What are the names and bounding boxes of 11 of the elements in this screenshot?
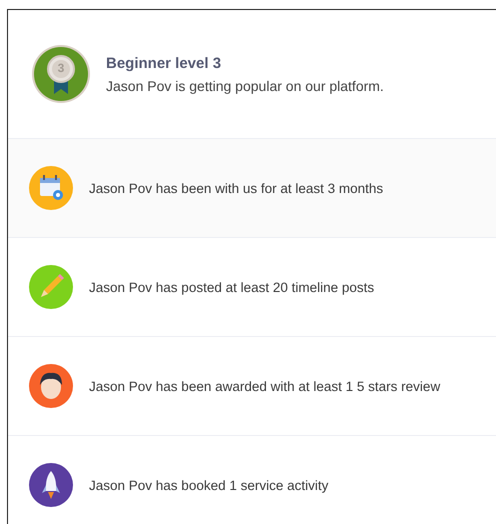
achievement-text: Jason Pov has been with us for at least 3 months [89,180,384,196]
level-description: Jason Pov is getting popular on our platform. [106,78,384,94]
achievement-text: Jason Pov has booked 1 service activity [89,478,328,492]
medal-icon [31,44,91,104]
level-title: Beginner level 3 [106,54,222,72]
achievement-text: Jason Pov has posted at least 20 timeline posts [89,280,374,294]
calendar-icon [29,166,73,210]
person-avatar-icon [29,364,73,408]
pencil-icon [29,265,73,309]
rocket-icon [29,463,73,507]
achievement-text: Jason Pov has been awarded with at least 1 5 stars review [89,378,440,394]
